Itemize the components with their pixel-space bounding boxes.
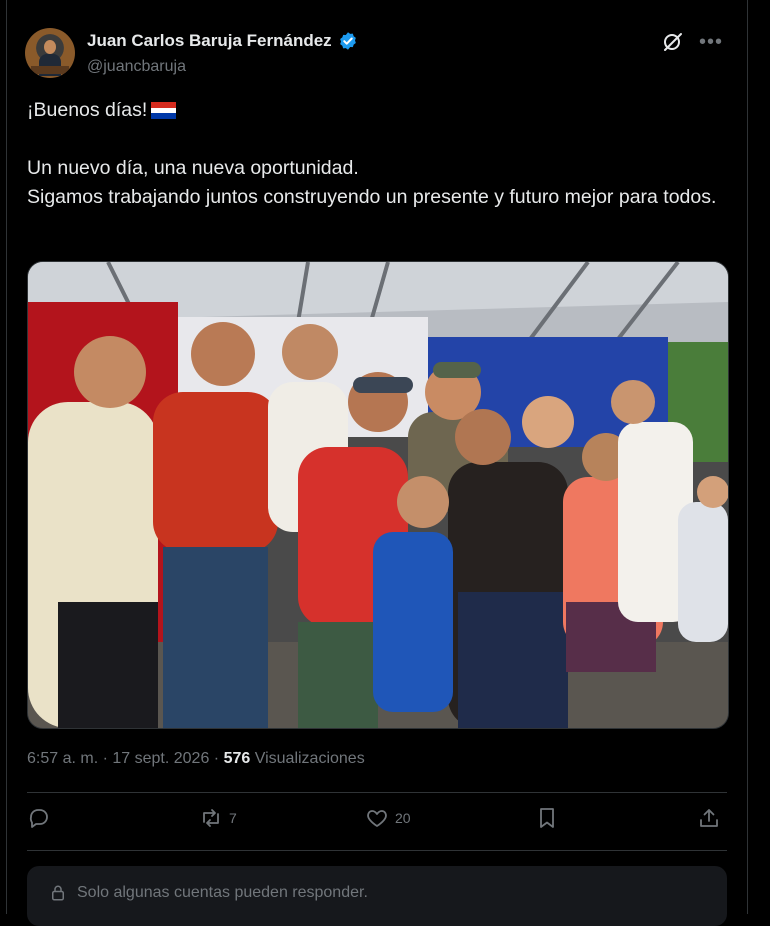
like-count: 20 bbox=[395, 810, 411, 826]
header-actions: ••• bbox=[661, 30, 723, 54]
bookmark-button[interactable] bbox=[535, 806, 559, 830]
tweet-line-2: Un nuevo día, una nueva oportunidad. bbox=[27, 157, 359, 179]
tweet-header: Juan Carlos Baruja Fernández @juancbaruj… bbox=[25, 28, 729, 84]
author-avatar[interactable] bbox=[25, 28, 75, 78]
more-icon[interactable]: ••• bbox=[699, 32, 723, 52]
divider bbox=[27, 850, 727, 851]
repost-icon bbox=[203, 809, 219, 827]
tweet-actions: 7 20 bbox=[27, 806, 727, 840]
views-count: 576 bbox=[223, 750, 251, 767]
reply-button[interactable] bbox=[27, 806, 57, 830]
author-name[interactable]: Juan Carlos Baruja Fernández bbox=[87, 31, 332, 51]
like-button[interactable]: 20 bbox=[365, 806, 411, 830]
group-photo-image bbox=[28, 262, 728, 728]
heart-icon bbox=[367, 810, 387, 827]
reply-restriction-text: Solo algunas cuentas pueden responder. bbox=[77, 884, 368, 901]
views-label: Visualizaciones bbox=[250, 750, 365, 767]
share-button[interactable] bbox=[697, 806, 721, 830]
share-icon bbox=[700, 809, 718, 827]
tweet-time[interactable]: 6:57 a. m. bbox=[27, 750, 98, 767]
reply-icon bbox=[29, 809, 48, 828]
tweet-text: ¡Buenos días! Un nuevo día, una nueva op… bbox=[27, 96, 717, 212]
tweet-meta: 6:57 a. m. · 17 sept. 2026 · 576 Visuali… bbox=[27, 750, 365, 767]
tweet-card: Juan Carlos Baruja Fernández @juancbaruj… bbox=[6, 0, 748, 926]
tweet-date[interactable]: 17 sept. 2026 bbox=[112, 750, 209, 767]
grok-icon[interactable] bbox=[661, 30, 685, 54]
repost-button[interactable]: 7 bbox=[199, 806, 237, 830]
repost-count: 7 bbox=[229, 810, 237, 826]
tweet-greeting: ¡Buenos días! bbox=[27, 99, 148, 121]
tweet-photo[interactable] bbox=[27, 261, 729, 729]
divider bbox=[27, 792, 727, 793]
bookmark-icon bbox=[540, 808, 554, 828]
author-handle[interactable]: @juancbaruja bbox=[87, 58, 186, 76]
author-name-row: Juan Carlos Baruja Fernández bbox=[87, 31, 358, 51]
lock-icon bbox=[52, 885, 64, 901]
reply-restriction-box: Solo algunas cuentas pueden responder. bbox=[27, 866, 727, 926]
tweet-line-3: Sigamos trabajando juntos construyendo u… bbox=[27, 186, 717, 208]
paraguay-flag-icon bbox=[151, 102, 177, 119]
verified-badge-icon bbox=[339, 32, 356, 50]
